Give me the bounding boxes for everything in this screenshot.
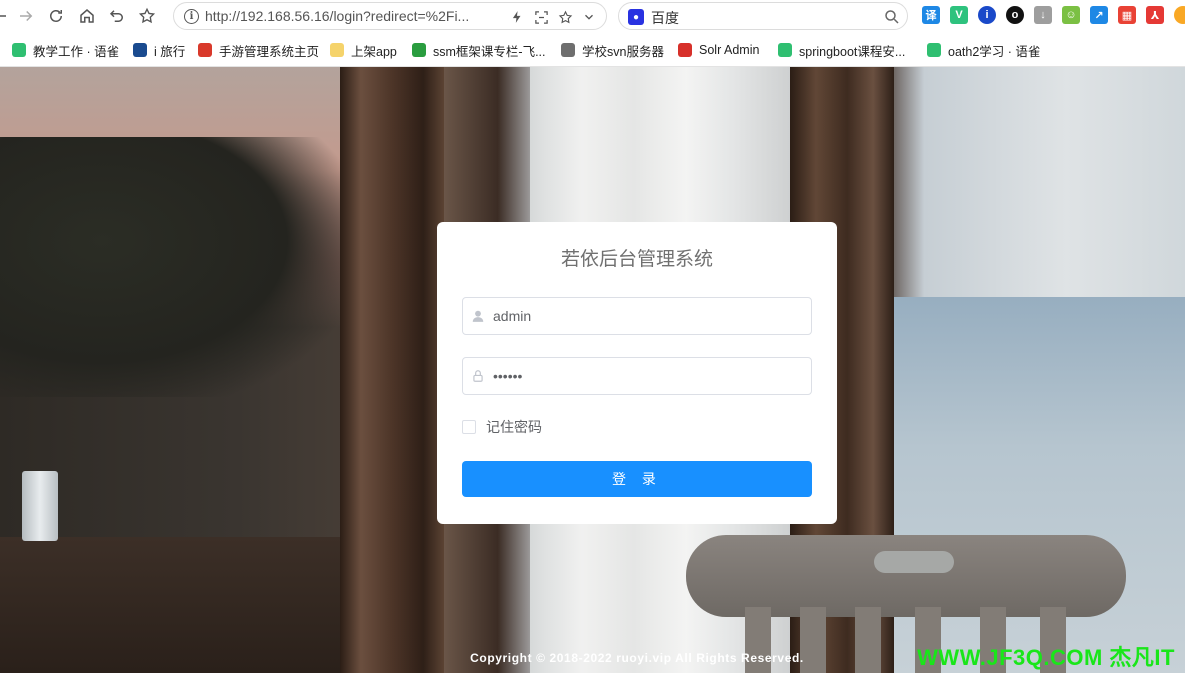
search-box[interactable]: ● 百度 [618, 2, 908, 30]
bookmark-label[interactable]: springboot课程安... [799, 41, 905, 60]
site-info-icon[interactable]: i [184, 9, 199, 24]
lock-icon [473, 370, 483, 382]
circle-blue-extension-icon[interactable]: i [978, 6, 996, 24]
username-value[interactable]: admin [493, 308, 531, 324]
login-title: 若依后台管理系统 [560, 249, 713, 270]
remember-password[interactable]: 记住密码 [462, 417, 542, 437]
browser-toolbar: i http://192.168.56.16/login?redirect=%2… [0, 0, 1185, 32]
grid-extension-icon[interactable]: ▦ [1118, 6, 1136, 24]
bookmark-favicon-icon [678, 43, 692, 57]
lightning-icon[interactable] [508, 8, 526, 26]
circle-black-extension-icon[interactable]: o [1006, 6, 1024, 24]
bookmark-favicon-icon [198, 43, 212, 57]
bookmark-item[interactable]: 教学工作 · 语雀 [12, 41, 119, 59]
password-input[interactable]: •••••• [462, 357, 812, 395]
bookmark-label[interactable]: 学校svn服务器 [582, 41, 664, 60]
bookmark-item[interactable]: oath2学习 · 语雀 [927, 41, 1040, 59]
remember-label[interactable]: 记住密码 [486, 417, 542, 437]
bookmark-favicon-icon [927, 43, 941, 57]
orange-extension-icon[interactable] [1174, 6, 1185, 24]
bookmark-item[interactable]: i 旅行 [133, 41, 185, 59]
bookmark-label[interactable]: 上架app [351, 41, 397, 60]
download-extension-icon[interactable]: ↓ [1034, 6, 1052, 24]
password-value[interactable]: •••••• [493, 368, 522, 384]
bookmark-label[interactable]: oath2学习 · 语雀 [948, 41, 1040, 60]
frog-extension-icon[interactable]: ☺ [1062, 6, 1080, 24]
bookmark-label[interactable]: i 旅行 [154, 41, 185, 60]
bookmark-favicon-icon [412, 43, 426, 57]
remember-checkbox[interactable] [462, 420, 476, 434]
favorite-star-icon[interactable] [556, 8, 574, 26]
translate-extension-icon[interactable]: 译 [922, 6, 940, 24]
reload-icon[interactable] [44, 4, 68, 28]
bookmark-star-icon[interactable] [135, 4, 159, 28]
arrow-blue-extension-icon[interactable]: ↗ [1090, 6, 1108, 24]
bookmark-favicon-icon [133, 43, 147, 57]
bookmark-favicon-icon [330, 43, 344, 57]
vue-devtools-icon[interactable]: V [950, 6, 968, 24]
username-input[interactable]: admin [462, 297, 812, 335]
bookmark-item[interactable]: Solr Admin [678, 41, 759, 59]
forward-icon[interactable] [14, 4, 38, 28]
login-card: 若依后台管理系统 admin •••••• 记住密码 登 录 [437, 222, 837, 524]
pdf-extension-icon[interactable]: ⅄ [1146, 6, 1164, 24]
search-engine-label[interactable]: 百度 [651, 8, 679, 28]
watermark-text: WWW.JF3Q.COM 杰凡IT [917, 645, 1175, 670]
baidu-paw-icon: ● [628, 9, 644, 25]
bookmark-item[interactable]: springboot课程安... [778, 41, 905, 59]
bookmark-item[interactable]: 上架app [330, 41, 397, 59]
address-url[interactable]: http://192.168.56.16/login?redirect=%2Fi… [205, 8, 505, 24]
bookmark-label[interactable]: 手游管理系统主页 [219, 41, 319, 60]
bookmarks-bar: 教学工作 · 语雀 i 旅行 手游管理系统主页 上架app ssm框架课专栏-飞... 学… [0, 32, 1185, 67]
bookmark-item[interactable]: ssm框架课专栏-飞... [412, 41, 546, 59]
bookmark-item[interactable]: 学校svn服务器 [561, 41, 664, 59]
login-button[interactable]: 登 录 [462, 461, 812, 497]
screenshot-icon[interactable] [532, 8, 550, 26]
bookmark-favicon-icon [561, 43, 575, 57]
undo-icon[interactable] [105, 4, 129, 28]
search-icon[interactable] [883, 8, 901, 26]
home-icon[interactable] [75, 4, 99, 28]
bookmark-item[interactable]: 手游管理系统主页 [198, 41, 319, 59]
bookmark-favicon-icon [12, 43, 26, 57]
bookmark-label[interactable]: Solr Admin [699, 43, 759, 57]
address-bar[interactable]: i http://192.168.56.16/login?redirect=%2… [173, 2, 607, 30]
user-icon [472, 310, 484, 322]
bookmark-label[interactable]: ssm框架课专栏-飞... [433, 41, 546, 60]
bookmark-favicon-icon [778, 43, 792, 57]
back-icon[interactable] [0, 4, 12, 28]
chevron-down-icon[interactable] [580, 8, 598, 26]
bookmark-label[interactable]: 教学工作 · 语雀 [33, 41, 119, 60]
